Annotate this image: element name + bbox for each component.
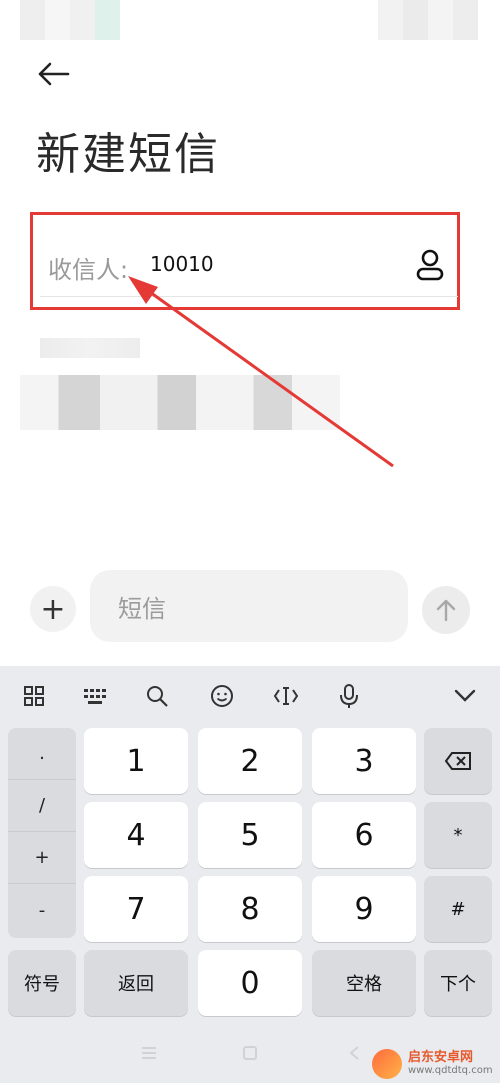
back-nav-icon[interactable] bbox=[348, 1045, 360, 1061]
key-2[interactable]: 2 bbox=[198, 728, 302, 794]
watermark-name: 启东安卓网 bbox=[408, 1050, 474, 1065]
back-arrow-icon[interactable] bbox=[36, 58, 72, 90]
backspace-icon bbox=[444, 752, 471, 770]
symbols-key[interactable]: 符号 bbox=[8, 950, 76, 1016]
key-8[interactable]: 8 bbox=[198, 876, 302, 942]
cursor-move-icon[interactable] bbox=[272, 682, 300, 710]
status-bar-right-blurred bbox=[378, 0, 478, 40]
send-button[interactable] bbox=[422, 586, 470, 634]
key-0[interactable]: 0 bbox=[198, 950, 302, 1016]
back-key[interactable]: 返回 bbox=[84, 950, 188, 1016]
microphone-icon[interactable] bbox=[335, 682, 363, 710]
key-5[interactable]: 5 bbox=[198, 802, 302, 868]
key-6[interactable]: 6 bbox=[312, 802, 416, 868]
key-plus[interactable]: + bbox=[8, 832, 76, 884]
key-minus[interactable]: - bbox=[8, 884, 76, 936]
recipient-divider bbox=[40, 296, 458, 297]
status-bar-left-blurred bbox=[20, 0, 120, 40]
home-nav-icon[interactable] bbox=[242, 1045, 258, 1061]
recipient-input[interactable]: 10010 bbox=[150, 252, 214, 276]
key-1[interactable]: 1 bbox=[84, 728, 188, 794]
key-4[interactable]: 4 bbox=[84, 802, 188, 868]
blurred-suggestion-list bbox=[20, 375, 340, 430]
site-watermark: 启东安卓网 www.qdtdtq.com bbox=[372, 1044, 500, 1083]
key-9[interactable]: 9 bbox=[312, 876, 416, 942]
send-arrow-up-icon bbox=[436, 599, 456, 622]
watermark-logo-icon bbox=[372, 1048, 402, 1079]
blurred-suggestion-title bbox=[40, 338, 140, 358]
watermark-url: www.qdtdtq.com bbox=[408, 1065, 493, 1076]
key-asterisk[interactable]: * bbox=[424, 802, 492, 868]
apps-grid-icon[interactable] bbox=[20, 682, 48, 710]
key-hash[interactable]: # bbox=[424, 876, 492, 942]
emoji-icon[interactable] bbox=[208, 682, 236, 710]
page-title: 新建短信 bbox=[36, 129, 220, 180]
keyboard-layout-icon[interactable] bbox=[81, 682, 109, 710]
keyboard-toolbar bbox=[0, 666, 500, 726]
space-key[interactable]: 空格 bbox=[312, 950, 416, 1016]
next-key[interactable]: 下个 bbox=[424, 950, 492, 1016]
key-7[interactable]: 7 bbox=[84, 876, 188, 942]
add-attachment-button[interactable]: + bbox=[30, 586, 76, 632]
key-dot[interactable]: . bbox=[8, 728, 76, 780]
collapse-keyboard-chevron-down-icon[interactable] bbox=[451, 682, 479, 710]
key-slash[interactable]: / bbox=[8, 780, 76, 832]
symbol-column: . / + - bbox=[8, 728, 76, 938]
numeric-keyboard: . / + - 1 2 3 4 5 6 * 7 8 9 # 符号 返回 0 空格… bbox=[0, 666, 500, 1083]
search-icon[interactable] bbox=[143, 682, 171, 710]
recipient-label: 收信人: bbox=[48, 256, 129, 284]
backspace-key[interactable] bbox=[424, 728, 492, 794]
menu-nav-icon[interactable] bbox=[140, 1046, 158, 1060]
key-3[interactable]: 3 bbox=[312, 728, 416, 794]
contact-picker-icon[interactable] bbox=[414, 248, 446, 282]
sms-message-input[interactable]: 短信 bbox=[90, 570, 408, 642]
